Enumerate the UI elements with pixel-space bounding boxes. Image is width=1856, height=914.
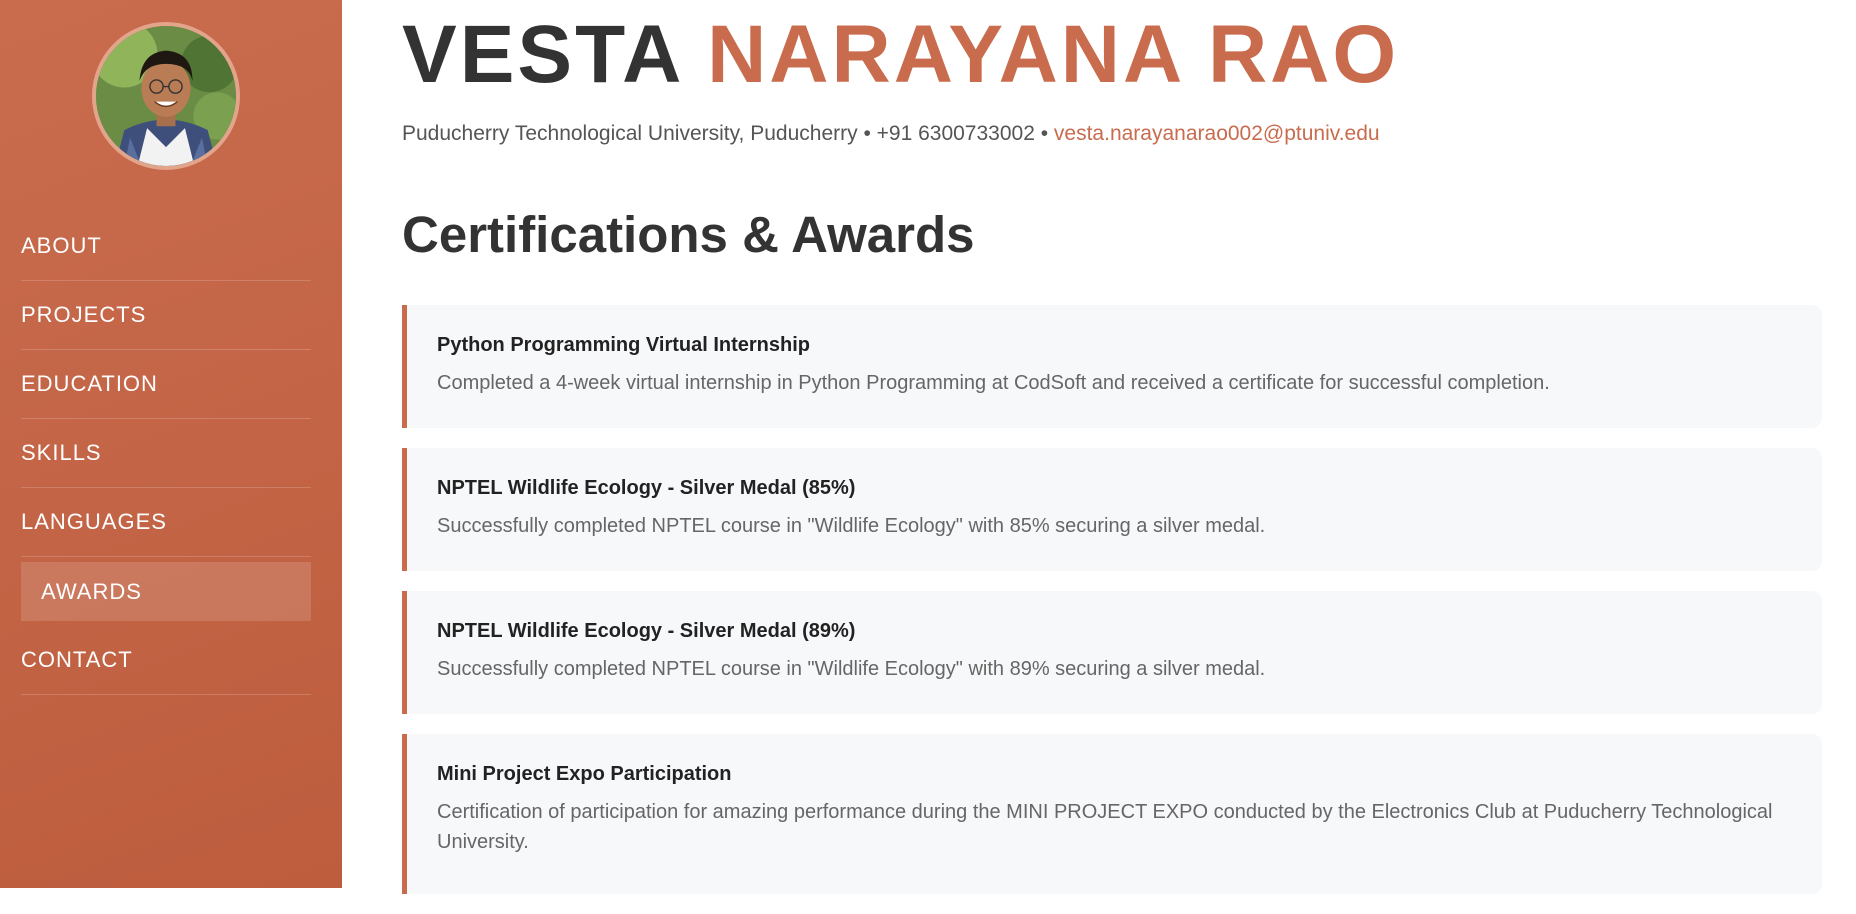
profile-avatar bbox=[92, 22, 240, 170]
award-description: Successfully completed NPTEL course in "… bbox=[437, 515, 1266, 537]
award-description: Completed a 4-week virtual internship in… bbox=[437, 372, 1550, 394]
nav-item-languages[interactable]: LANGUAGES bbox=[21, 488, 311, 557]
sidebar-nav: ABOUT PROJECTS EDUCATION SKILLS LANGUAGE… bbox=[21, 212, 311, 695]
award-card: Python Programming Virtual Internship Co… bbox=[402, 305, 1822, 428]
nav-item-awards[interactable]: AWARDS bbox=[21, 562, 311, 621]
sidebar: ABOUT PROJECTS EDUCATION SKILLS LANGUAGE… bbox=[0, 0, 342, 888]
last-name: NARAYANA RAO bbox=[707, 9, 1400, 100]
nav-item-about[interactable]: ABOUT bbox=[21, 212, 311, 281]
award-title: NPTEL Wildlife Ecology - Silver Medal (8… bbox=[437, 620, 856, 642]
contact-details: Puducherry Technological University, Pud… bbox=[402, 122, 1049, 145]
first-name: VESTA bbox=[402, 9, 682, 100]
email-link[interactable]: vesta.narayanarao002@ptuniv.edu bbox=[1054, 122, 1380, 145]
award-card: Mini Project Expo Participation Certific… bbox=[402, 734, 1822, 894]
award-title: NPTEL Wildlife Ecology - Silver Medal (8… bbox=[437, 477, 856, 499]
award-title: Python Programming Virtual Internship bbox=[437, 334, 811, 356]
award-description: Successfully completed NPTEL course in "… bbox=[437, 658, 1266, 680]
nav-item-education[interactable]: EDUCATION bbox=[21, 350, 311, 419]
profile-name: VESTA NARAYANA RAO bbox=[402, 9, 1400, 100]
nav-item-skills[interactable]: SKILLS bbox=[21, 419, 311, 488]
contact-line: Puducherry Technological University, Pud… bbox=[402, 122, 1380, 146]
award-title: Mini Project Expo Participation bbox=[437, 763, 732, 785]
award-card: NPTEL Wildlife Ecology - Silver Medal (8… bbox=[402, 448, 1822, 571]
awards-list: Python Programming Virtual Internship Co… bbox=[402, 305, 1822, 914]
nav-item-contact[interactable]: CONTACT bbox=[21, 626, 311, 695]
award-card: NPTEL Wildlife Ecology - Silver Medal (8… bbox=[402, 591, 1822, 714]
section-title: Certifications & Awards bbox=[402, 206, 975, 263]
award-description: Certification of participation for amazi… bbox=[437, 801, 1773, 853]
profile-photo bbox=[96, 26, 236, 166]
nav-item-projects[interactable]: PROJECTS bbox=[21, 281, 311, 350]
